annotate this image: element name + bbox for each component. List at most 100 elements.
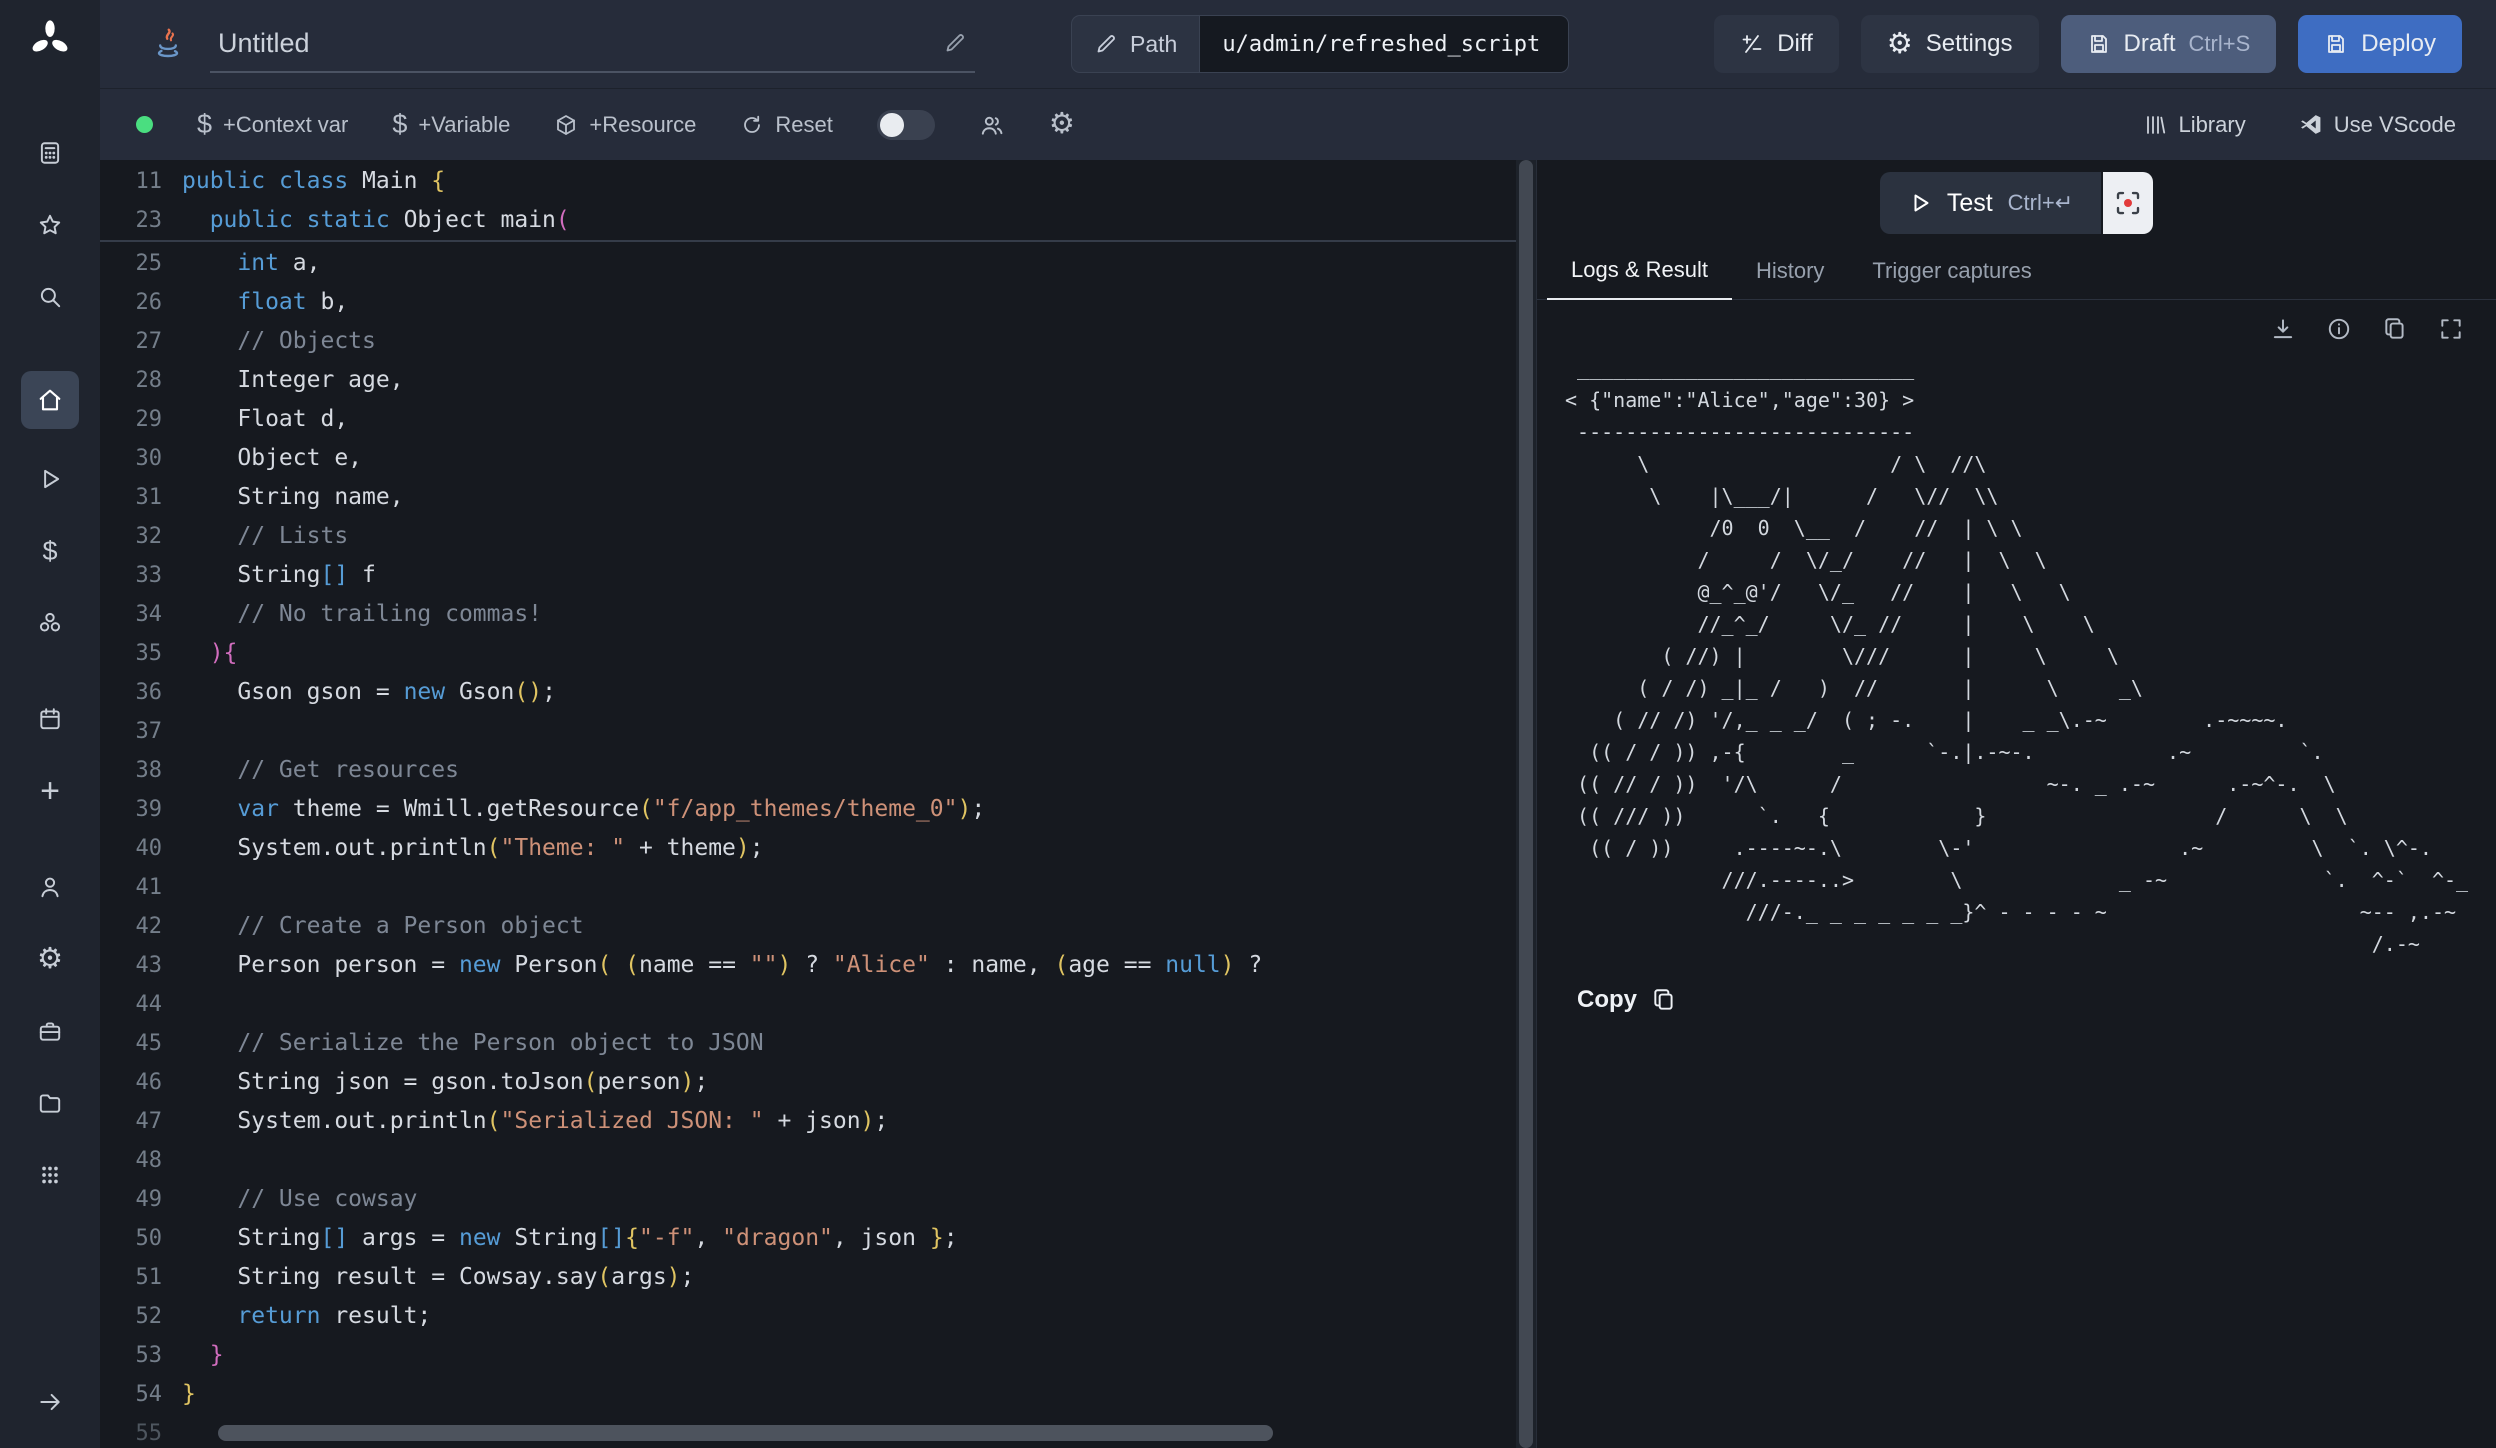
expand-icon[interactable]	[2438, 316, 2464, 342]
download-icon[interactable]	[2270, 316, 2296, 342]
sidebar-item-resources[interactable]	[21, 601, 79, 645]
sidebar-item-home[interactable]	[21, 371, 79, 429]
code-line-33[interactable]: 33 String[] f	[100, 556, 1536, 595]
library-icon	[2143, 113, 2167, 137]
sidebar-item-apps[interactable]	[21, 1153, 79, 1197]
sidebar-item-runs[interactable]	[21, 457, 79, 501]
draft-button[interactable]: Draft Ctrl+S	[2061, 15, 2277, 73]
sidebar-item-workers[interactable]	[21, 1009, 79, 1053]
library-button[interactable]: Library	[2143, 112, 2245, 138]
add-resource-button[interactable]: +Resource	[554, 112, 696, 138]
copy-result-icon[interactable]	[2382, 316, 2408, 342]
tab-history[interactable]: History	[1732, 258, 1848, 299]
line-number: 51	[100, 1258, 162, 1297]
resource-label: +Resource	[589, 112, 696, 138]
code-line-23[interactable]: 23 public static Object main(	[100, 201, 1536, 240]
collaborators-icon[interactable]	[979, 112, 1005, 138]
line-content: String name,	[162, 478, 404, 517]
code-line-39[interactable]: 39 var theme = Wmill.getResource("f/app_…	[100, 790, 1536, 829]
code-line-42[interactable]: 42 // Create a Person object	[100, 907, 1536, 946]
line-content: ){	[162, 634, 237, 673]
code-line-49[interactable]: 49 // Use cowsay	[100, 1180, 1536, 1219]
line-content: }	[162, 1375, 196, 1414]
app-root: $ + ⚙ Untitled Path u/admin/refreshed_scri…	[0, 0, 2496, 1448]
add-variable-button[interactable]: $ +Variable	[392, 111, 510, 138]
vertical-scrollbar-thumb[interactable]	[1519, 160, 1533, 1448]
vertical-scrollbar-track[interactable]	[1516, 160, 1536, 1448]
clipboard-copy-icon	[1651, 987, 1677, 1013]
path-input[interactable]: u/admin/refreshed_script	[1199, 15, 1569, 73]
code-line-38[interactable]: 38 // Get resources	[100, 751, 1536, 790]
edit-title-icon[interactable]	[943, 31, 967, 55]
vscode-icon	[2298, 112, 2323, 137]
tab-logs-result[interactable]: Logs & Result	[1547, 257, 1732, 300]
copy-row[interactable]: Copy	[1537, 960, 2496, 1014]
code-line-27[interactable]: 27 // Objects	[100, 322, 1536, 361]
code-line-47[interactable]: 47 System.out.println("Serialized JSON: …	[100, 1102, 1536, 1141]
code-line-36[interactable]: 36 Gson gson = new Gson();	[100, 673, 1536, 712]
script-title-field[interactable]: Untitled	[210, 15, 975, 73]
sidebar-item-folders[interactable]	[21, 1081, 79, 1125]
code-line-34[interactable]: 34 // No trailing commas!	[100, 595, 1536, 634]
line-content: int a,	[162, 244, 320, 283]
toolbox-icon	[37, 1018, 63, 1044]
context-var-label: +Context var	[223, 112, 348, 138]
code-line-30[interactable]: 30 Object e,	[100, 439, 1536, 478]
code-line-31[interactable]: 31 String name,	[100, 478, 1536, 517]
assistant-toggle[interactable]	[877, 110, 935, 140]
code-line-43[interactable]: 43 Person person = new Person( (name == …	[100, 946, 1536, 985]
code-line-51[interactable]: 51 String result = Cowsay.say(args);	[100, 1258, 1536, 1297]
code-line-48[interactable]: 48	[100, 1141, 1536, 1180]
code-lines: 25 int a,26 float b,27 // Objects28 Inte…	[100, 242, 1536, 1448]
info-icon[interactable]	[2326, 316, 2352, 342]
code-line-52[interactable]: 52 return result;	[100, 1297, 1536, 1336]
code-line-25[interactable]: 25 int a,	[100, 244, 1536, 283]
code-editor[interactable]: 11public class Main {23 public static Ob…	[100, 160, 1536, 1448]
tab-trigger-captures[interactable]: Trigger captures	[1848, 258, 2055, 299]
code-line-40[interactable]: 40 System.out.println("Theme: " + theme)…	[100, 829, 1536, 868]
deploy-button[interactable]: Deploy	[2298, 15, 2462, 73]
settings-button[interactable]: ⚙ Settings	[1861, 15, 2039, 73]
code-line-45[interactable]: 45 // Serialize the Person object to JSO…	[100, 1024, 1536, 1063]
sidebar-item-favorites[interactable]	[21, 203, 79, 247]
path-label: Path	[1130, 31, 1177, 58]
sidebar-item-variables[interactable]: $	[21, 529, 79, 573]
code-line-50[interactable]: 50 String[] args = new String[]{"-f", "d…	[100, 1219, 1536, 1258]
line-number: 39	[100, 790, 162, 829]
code-line-11[interactable]: 11public class Main {	[100, 162, 1536, 201]
dollar-icon: $	[197, 111, 212, 138]
code-line-35[interactable]: 35 ){	[100, 634, 1536, 673]
code-line-53[interactable]: 53 }	[100, 1336, 1536, 1375]
code-line-41[interactable]: 41	[100, 868, 1536, 907]
play-icon	[1908, 191, 1932, 215]
code-line-44[interactable]: 44	[100, 985, 1536, 1024]
test-button[interactable]: Test Ctrl+↵	[1880, 172, 2101, 234]
capture-button[interactable]	[2103, 172, 2153, 234]
windmill-logo-icon[interactable]	[30, 20, 70, 65]
deploy-save-icon	[2324, 32, 2348, 56]
sidebar-item-settings[interactable]: ⚙	[21, 937, 79, 981]
code-line-37[interactable]: 37	[100, 712, 1536, 751]
diff-button[interactable]: Diff	[1714, 15, 1839, 73]
code-line-54[interactable]: 54}	[100, 1375, 1536, 1414]
editor-settings-gear-icon[interactable]: ⚙	[1049, 110, 1075, 139]
horizontal-scrollbar[interactable]	[218, 1425, 1273, 1441]
code-line-32[interactable]: 32 // Lists	[100, 517, 1536, 556]
code-line-28[interactable]: 28 Integer age,	[100, 361, 1536, 400]
line-number: 27	[100, 322, 162, 361]
path-button[interactable]: Path	[1071, 15, 1199, 73]
reset-button[interactable]: Reset	[740, 112, 832, 138]
line-content: String[] f	[162, 556, 376, 595]
sidebar-item-quick-actions[interactable]	[21, 131, 79, 175]
script-title: Untitled	[218, 28, 310, 59]
code-line-29[interactable]: 29 Float d,	[100, 400, 1536, 439]
sidebar-item-users[interactable]	[21, 865, 79, 909]
sidebar-item-collapse[interactable]	[21, 1380, 79, 1424]
sidebar-item-schedules[interactable]	[21, 697, 79, 741]
code-line-26[interactable]: 26 float b,	[100, 283, 1536, 322]
sidebar-item-search[interactable]	[21, 275, 79, 319]
code-line-46[interactable]: 46 String json = gson.toJson(person);	[100, 1063, 1536, 1102]
sidebar-item-create[interactable]: +	[21, 769, 79, 813]
add-context-var-button[interactable]: $ +Context var	[197, 111, 348, 138]
use-vscode-button[interactable]: Use VScode	[2298, 112, 2456, 138]
